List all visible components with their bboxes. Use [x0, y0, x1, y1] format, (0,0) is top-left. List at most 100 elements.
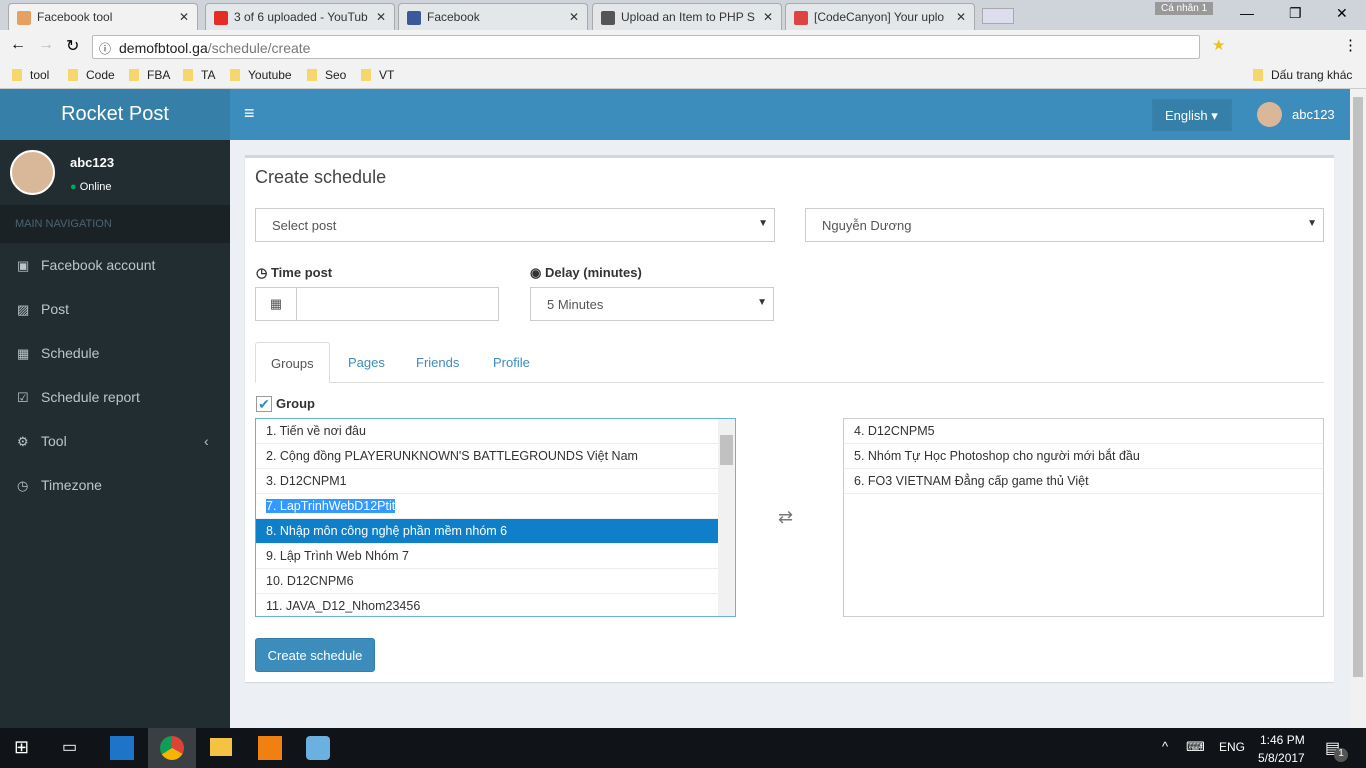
close-tab-icon[interactable]: ✕	[763, 10, 773, 24]
caret-down-icon: ▼	[758, 218, 768, 229]
calendar-check-icon: ☑	[17, 390, 29, 405]
sidebar-item-timezone[interactable]: ◷ Timezone	[0, 463, 230, 507]
sidebar-item-schedule-report[interactable]: ☑ Schedule report	[0, 375, 230, 419]
tab-groups[interactable]: Groups	[255, 342, 330, 383]
notification-count: 1	[1334, 748, 1348, 762]
time-post-label: ◷ Time post	[256, 265, 333, 280]
sidebar-toggle-icon[interactable]: ≡	[244, 103, 255, 124]
post-select[interactable]: Select post ▼	[255, 208, 775, 242]
tab-facebook[interactable]: Facebook ✕	[398, 3, 588, 30]
close-window-button[interactable]: ✕	[1336, 5, 1348, 22]
minimize-button[interactable]: —	[1240, 5, 1254, 21]
file-explorer-icon[interactable]	[210, 738, 232, 756]
profile-badge[interactable]: Cá nhân 1	[1155, 2, 1214, 15]
sidebar-item-post[interactable]: ▨ Post	[0, 287, 230, 331]
clock-date[interactable]: 5/8/2017	[1258, 751, 1305, 765]
list-item[interactable]: 1. Tiến về nơi đâu	[256, 419, 735, 444]
windows-start-icon[interactable]: ⊞	[14, 737, 29, 758]
tab-youtube[interactable]: 3 of 6 uploaded - YouTub ✕	[205, 3, 395, 30]
bookmark[interactable]: VT	[361, 68, 394, 82]
tab-friends[interactable]: Friends	[401, 342, 474, 383]
group-checkbox-label: Group	[276, 396, 315, 411]
list-item[interactable]: 9. Lập Trình Web Nhóm 7	[256, 544, 735, 569]
sidebar-item-schedule[interactable]: ▦ Schedule	[0, 331, 230, 375]
caret-down-icon: ▼	[757, 297, 767, 308]
taskbar: ⊞ ▭ ^ ⌨ ENG 1:46 PM 5/8/2017 ▤ 1	[0, 728, 1366, 768]
sidebar-username: abc123	[70, 155, 115, 170]
close-tab-icon[interactable]: ✕	[569, 10, 579, 24]
caret-down-icon: ▼	[1307, 218, 1317, 229]
list-item[interactable]: 2. Cộng đồng PLAYERUNKNOWN'S BATTLEGROUN…	[256, 444, 735, 469]
bookmark[interactable]: TA	[183, 68, 215, 82]
browser-tab-strip: Facebook tool ✕ 3 of 6 uploaded - YouTub ✕…	[0, 0, 1366, 30]
keyboard-icon[interactable]: ⌨	[1186, 739, 1205, 755]
list-item[interactable]: 5. Nhóm Tự Học Photoshop cho người mới b…	[844, 444, 1323, 469]
page-scrollbar[interactable]	[1350, 89, 1366, 728]
delay-select[interactable]: 5 Minutes ▼	[530, 287, 774, 321]
forward-icon[interactable]: →	[38, 36, 54, 54]
info-icon: ⓘ	[99, 42, 112, 56]
tab-profile[interactable]: Profile	[478, 342, 545, 383]
bookmarks-bar: tool Code FBA TA Youtube Seo VT Dấu tran…	[0, 63, 1366, 89]
facebook-icon: ▣	[17, 258, 30, 273]
create-schedule-button[interactable]: Create schedule	[255, 638, 375, 672]
group-checkbox[interactable]: ✔	[256, 396, 272, 412]
language-dropdown[interactable]: English ▾	[1152, 99, 1232, 131]
rocket-icon	[17, 11, 31, 25]
task-view-icon[interactable]: ▭	[62, 737, 77, 757]
bookmark[interactable]: Youtube	[230, 68, 292, 82]
tab-upload[interactable]: Upload an Item to PHP S ✕	[592, 3, 782, 30]
menu-icon[interactable]: ⋮	[1343, 36, 1358, 54]
transfer-icon[interactable]: ⇄	[778, 507, 793, 528]
app-icon[interactable]	[306, 736, 330, 760]
bookmark[interactable]: FBA	[129, 68, 170, 82]
list-item[interactable]: 7. LapTrinhWebD12Ptit	[256, 494, 735, 519]
list-scrollbar[interactable]	[718, 419, 735, 616]
clock-time[interactable]: 1:46 PM	[1260, 733, 1305, 747]
nav-header: MAIN NAVIGATION	[0, 205, 230, 243]
status-badge: ● Online	[70, 181, 112, 193]
chevron-left-icon: ‹	[204, 433, 209, 449]
back-icon[interactable]: ←	[10, 36, 26, 54]
available-groups-list[interactable]: 1. Tiến về nơi đâu 2. Cộng đồng PLAYERUN…	[255, 418, 736, 617]
user-avatar	[10, 150, 55, 195]
brand-logo[interactable]: Rocket Post	[0, 89, 230, 140]
close-tab-icon[interactable]: ✕	[179, 10, 189, 24]
header-username[interactable]: abc123	[1292, 107, 1335, 122]
list-item[interactable]: 3. D12CNPM1	[256, 469, 735, 494]
list-item[interactable]: 4. D12CNPM5	[844, 419, 1323, 444]
restore-button[interactable]: ❐	[1289, 5, 1302, 22]
tab-facebook-tool[interactable]: Facebook tool ✕	[8, 3, 198, 30]
gmail-icon	[794, 11, 808, 25]
chrome-icon	[160, 736, 184, 760]
new-tab-button[interactable]	[982, 8, 1014, 24]
list-item[interactable]: 11. JAVA_D12_Nhom23456	[256, 594, 735, 616]
bookmark[interactable]: Code	[68, 68, 115, 82]
reload-icon[interactable]: ↻	[66, 36, 79, 56]
other-bookmarks[interactable]: Dấu trang khác	[1253, 68, 1352, 82]
list-item[interactable]: 6. FO3 VIETNAM Đẳng cấp game thủ Việt	[844, 469, 1323, 494]
xampp-icon[interactable]	[258, 736, 282, 760]
sidebar-item-tool[interactable]: ⚙ Tool ‹	[0, 419, 230, 463]
extension-icon[interactable]: ★	[1212, 36, 1225, 54]
tab-pages[interactable]: Pages	[333, 342, 400, 383]
list-item-selected[interactable]: 8. Nhập môn công nghệ phần mềm nhóm 6	[256, 519, 718, 544]
close-tab-icon[interactable]: ✕	[376, 10, 386, 24]
bookmark[interactable]: tool	[12, 68, 49, 82]
chevron-up-icon[interactable]: ^	[1162, 739, 1168, 754]
tab-gmail[interactable]: [CodeCanyon] Your uplo ✕	[785, 3, 975, 30]
selected-groups-list[interactable]: 4. D12CNPM5 5. Nhóm Tự Học Photoshop cho…	[843, 418, 1324, 617]
time-post-input[interactable]	[296, 287, 499, 321]
calendar-icon: ▦	[17, 346, 30, 361]
bookmark[interactable]: Seo	[307, 68, 346, 82]
vscode-icon[interactable]	[110, 736, 134, 760]
chrome-taskbar-button[interactable]	[148, 728, 196, 768]
list-item[interactable]: 10. D12CNPM6	[256, 569, 735, 594]
calendar-icon[interactable]: ▦	[255, 287, 297, 321]
sidebar-item-facebook-account[interactable]: ▣ Facebook account	[0, 243, 230, 287]
language-indicator[interactable]: ENG	[1219, 740, 1245, 754]
avatar[interactable]	[1257, 102, 1282, 127]
url-input[interactable]: ⓘ demofbtool.ga/schedule/create	[92, 35, 1200, 59]
close-tab-icon[interactable]: ✕	[956, 10, 966, 24]
account-select[interactable]: Nguyễn Dương ▼	[805, 208, 1324, 242]
